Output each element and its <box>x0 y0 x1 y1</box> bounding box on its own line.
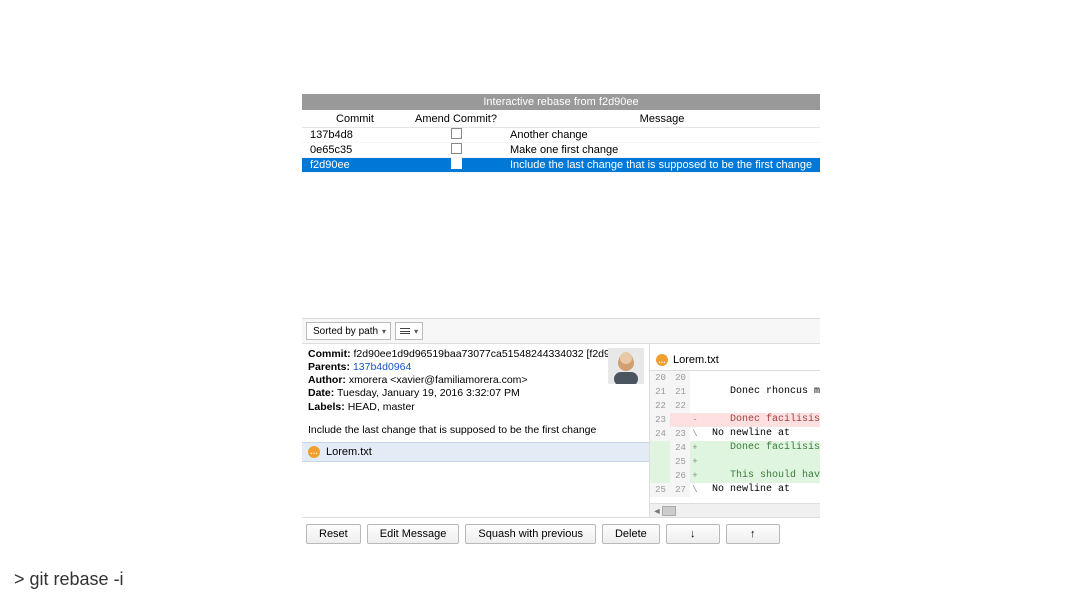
diff-sign: + <box>690 469 700 483</box>
author-label: Author: <box>308 374 346 386</box>
commit-grid: Commit Amend Commit? Message 137b4d8 Anot… <box>302 110 820 318</box>
line-num-new: 23 <box>670 427 690 441</box>
line-num-old: 22 <box>650 399 670 413</box>
grid-row[interactable]: f2d90ee Include the last change that is s… <box>302 158 820 173</box>
diff-sign: - <box>690 413 700 427</box>
diff-file-name: Lorem.txt <box>673 354 719 366</box>
chevron-down-icon: ▾ <box>382 327 386 336</box>
amend-checkbox[interactable] <box>451 143 462 154</box>
commit-details-panel: Commit: f2d90ee1d9d96519baa73077ca515482… <box>302 344 650 517</box>
grid-row[interactable]: 137b4d8 Another change <box>302 128 820 143</box>
diff-line: 26+ This should hav <box>650 469 820 483</box>
line-num-old: 21 <box>650 385 670 399</box>
cell-amend <box>408 128 504 142</box>
sort-dropdown[interactable]: Sorted by path ▾ <box>306 322 391 340</box>
line-num-new: 26 <box>670 469 690 483</box>
diff-code: Donec rhoncus m <box>700 385 820 399</box>
file-modified-icon: … <box>308 446 320 458</box>
col-header-commit[interactable]: Commit <box>302 113 408 125</box>
amend-checkbox[interactable] <box>451 158 462 169</box>
diff-line: 23 - Donec facilisis <box>650 413 820 427</box>
commit-message: Include the last change that is supposed… <box>302 418 649 442</box>
avatar <box>608 348 644 384</box>
diff-file-header: … Lorem.txt <box>650 350 820 371</box>
diff-sign: + <box>690 441 700 455</box>
chevron-down-icon: ▾ <box>414 327 418 336</box>
diff-sign: \ <box>690 427 700 441</box>
cell-commit: 137b4d8 <box>302 129 408 141</box>
labels-label: Labels: <box>308 401 345 413</box>
delete-button[interactable]: Delete <box>602 524 660 544</box>
cell-commit: 0e65c35 <box>302 144 408 156</box>
line-num-new: 27 <box>670 483 690 497</box>
squash-button[interactable]: Squash with previous <box>465 524 596 544</box>
col-header-message[interactable]: Message <box>504 113 820 125</box>
diff-line: 2020 <box>650 371 820 385</box>
diff-sign: + <box>690 455 700 469</box>
line-num-new: 20 <box>670 371 690 385</box>
cell-message: Include the last change that is supposed… <box>504 159 820 171</box>
diff-line: 24+ Donec facilisis <box>650 441 820 455</box>
parents-label: Parents: <box>308 361 350 373</box>
diff-area[interactable]: 2020 2121 Donec rhoncus m2222 23- Donec … <box>650 371 820 503</box>
rebase-window: Interactive rebase from f2d90ee Commit A… <box>302 94 820 544</box>
line-num-old: 20 <box>650 371 670 385</box>
diff-line: 2121 Donec rhoncus m <box>650 385 820 399</box>
parent-link[interactable]: 137b4d0964 <box>353 361 411 373</box>
cli-text: > git rebase -i <box>14 569 124 590</box>
author-value: xmorera <xavier@familiamorera.com> <box>349 374 528 386</box>
scroll-left-icon[interactable]: ◄ <box>652 506 662 516</box>
diff-code: Donec facilisis <box>700 441 820 455</box>
cell-message: Make one first change <box>504 144 820 156</box>
diff-line: 2423\ No newline at <box>650 427 820 441</box>
reset-button[interactable]: Reset <box>306 524 361 544</box>
file-modified-icon: … <box>656 354 668 366</box>
grid-body: 137b4d8 Another change 0e65c35 Make one fir… <box>302 128 820 318</box>
cell-amend <box>408 143 504 157</box>
diff-code: This should hav <box>700 469 820 483</box>
cell-commit: f2d90ee <box>302 159 408 171</box>
amend-checkbox[interactable] <box>451 128 462 139</box>
file-name: Lorem.txt <box>326 446 372 458</box>
diff-code: No newline at <box>700 427 820 441</box>
diff-code: No newline at <box>700 483 820 497</box>
grid-row[interactable]: 0e65c35 Make one first change <box>302 143 820 158</box>
diff-sign: \ <box>690 483 700 497</box>
mid-toolbar: Sorted by path ▾ ▾ <box>302 318 820 344</box>
line-num-old: 24 <box>650 427 670 441</box>
changed-file-item[interactable]: … Lorem.txt <box>302 442 649 462</box>
labels-value: HEAD, master <box>348 401 415 413</box>
line-num-old: 23 <box>650 413 670 427</box>
diff-line: 2527\ No newline at <box>650 483 820 497</box>
commit-hash[interactable]: f2d90ee1d9d96519baa73077ca51548244334032… <box>354 348 631 360</box>
diff-panel: … Lorem.txt 2020 2121 Donec rhoncus m222… <box>650 344 820 517</box>
view-options-dropdown[interactable]: ▾ <box>395 322 423 340</box>
sort-label: Sorted by path <box>313 326 378 337</box>
list-icon <box>400 328 410 334</box>
edit-message-button[interactable]: Edit Message <box>367 524 460 544</box>
date-label: Date: <box>308 387 334 399</box>
scroll-thumb[interactable] <box>662 506 676 516</box>
line-num-new: 25 <box>670 455 690 469</box>
move-up-button[interactable]: ↑ <box>726 524 780 544</box>
window-title: Interactive rebase from f2d90ee <box>302 94 820 110</box>
line-num-new: 22 <box>670 399 690 413</box>
grid-header: Commit Amend Commit? Message <box>302 110 820 128</box>
col-header-amend[interactable]: Amend Commit? <box>408 113 504 125</box>
horizontal-scrollbar[interactable]: ◄ <box>650 503 820 517</box>
date-value: Tuesday, January 19, 2016 3:32:07 PM <box>337 387 520 399</box>
line-num-new: 24 <box>670 441 690 455</box>
diff-code: Donec facilisis <box>700 413 820 427</box>
details-area: Commit: f2d90ee1d9d96519baa73077ca515482… <box>302 344 820 518</box>
bottom-button-bar: Reset Edit Message Squash with previous … <box>302 518 820 544</box>
diff-line: 2222 <box>650 399 820 413</box>
line-num-new: 21 <box>670 385 690 399</box>
commit-info: Commit: f2d90ee1d9d96519baa73077ca515482… <box>302 344 649 418</box>
cell-message: Another change <box>504 129 820 141</box>
commit-label: Commit: <box>308 348 351 360</box>
diff-line: 25+ <box>650 455 820 469</box>
move-down-button[interactable]: ↓ <box>666 524 720 544</box>
line-num-old: 25 <box>650 483 670 497</box>
cell-amend <box>408 158 504 172</box>
